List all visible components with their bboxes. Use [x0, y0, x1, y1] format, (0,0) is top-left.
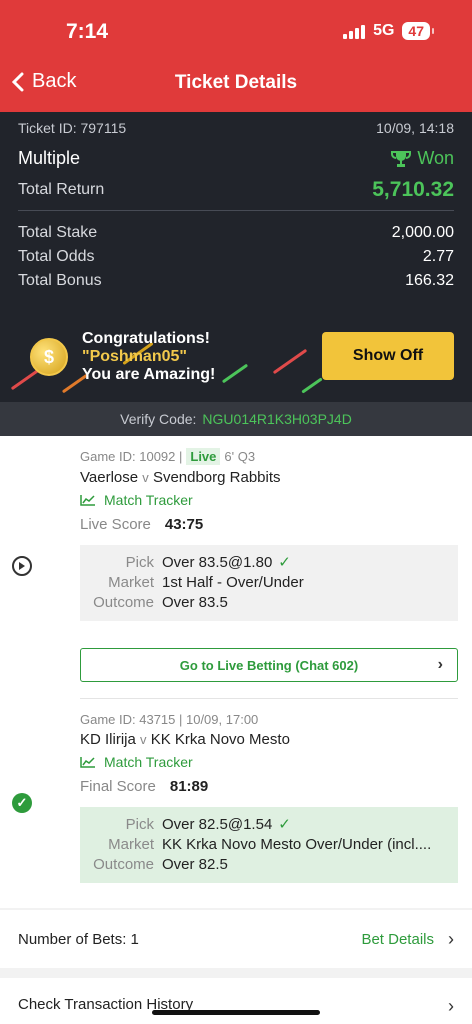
match-tracker-label: Match Tracker — [104, 492, 193, 508]
bet-details-label: Bet Details — [361, 930, 434, 948]
home-team: KD Ilirija — [80, 731, 136, 748]
bet-item: Game ID: 43715 | 10/09, 17:00 KD Ilirija… — [80, 712, 458, 883]
match-teams: KD Ilirija v KK Krka Novo Mesto — [80, 731, 458, 748]
congrats-text: Congratulations! "Poshman05" You are Ama… — [82, 330, 215, 384]
bonus-value: 166.32 — [405, 272, 454, 289]
outcome-value: Over 82.5 — [162, 856, 228, 873]
chevron-right-icon: › — [437, 656, 443, 673]
match-teams: Vaerlose v Svendborg Rabbits — [80, 469, 458, 486]
congrats-username: "Poshman05" — [82, 348, 187, 365]
trophy-icon — [391, 150, 412, 167]
page-title: Ticket Details — [174, 72, 298, 93]
away-team: Svendborg Rabbits — [152, 469, 281, 486]
num-bets-label: Number of Bets: 1 — [18, 930, 139, 948]
away-team: KK Krka Novo Mesto — [150, 731, 290, 748]
stake-label: Total Stake — [18, 224, 98, 241]
market-label: Market — [108, 836, 154, 853]
bets-list: Game ID: 10092 | Live 6' Q3 Vaerlose v S… — [0, 436, 472, 908]
final-score: Final Score 81:89 — [80, 778, 458, 795]
network-label: 5G — [373, 22, 395, 39]
divider — [18, 210, 454, 211]
game-time: 6' Q3 — [224, 449, 256, 464]
divider — [80, 698, 458, 699]
stake-value: 2,000.00 — [391, 224, 454, 241]
pick-value: Over 82.5@1.54 — [162, 816, 273, 833]
outcome-label: Outcome — [93, 856, 154, 873]
live-score: Live Score 43:75 — [80, 516, 458, 533]
chart-line-icon — [80, 757, 95, 768]
home-indicator[interactable] — [152, 1010, 320, 1015]
chart-line-icon — [80, 495, 95, 506]
verify-code-bar: Verify Code: NGU014R1K3H03PJ4D — [0, 402, 472, 436]
ticket-type: Multiple — [18, 148, 81, 168]
show-off-button[interactable]: Show Off — [322, 332, 454, 380]
check-icon: ✓ — [278, 554, 291, 571]
battery-icon: 47 — [402, 22, 434, 40]
pick-label: Pick — [125, 816, 154, 833]
game-id: Game ID: 10092 | Live 6' Q3 — [80, 448, 458, 465]
promo-banner: $ Congratulations! "Poshman05" You are A… — [0, 312, 472, 402]
bets-count-row: Number of Bets: 1 Bet Details › — [0, 910, 472, 968]
score-label: Live Score — [80, 516, 151, 533]
pick-details: Pick Over 83.5@1.80 ✓ Market 1st Half - … — [80, 545, 458, 621]
outcome-label: Outcome — [93, 594, 154, 611]
go-live-label: Go to Live Betting (Chat 602) — [179, 657, 359, 673]
score-label: Final Score — [80, 778, 156, 795]
live-badge: Live — [186, 448, 221, 465]
match-tracker-label: Match Tracker — [104, 754, 193, 770]
verify-code[interactable]: NGU014R1K3H03PJ4D — [202, 411, 351, 427]
coin-icon: $ — [30, 338, 68, 376]
pick-label: Pick — [125, 554, 154, 571]
game-id: Game ID: 43715 | 10/09, 17:00 — [80, 712, 458, 727]
transaction-history-row[interactable]: Check Transaction History › — [0, 978, 472, 1024]
market-label: Market — [108, 574, 154, 591]
outcome-value: Over 83.5 — [162, 594, 228, 611]
verify-label: Verify Code: — [120, 411, 197, 427]
confetti-streak — [301, 377, 323, 394]
bet-item: Game ID: 10092 | Live 6' Q3 Vaerlose v S… — [80, 448, 458, 621]
check-circle-icon: ✓ — [12, 793, 32, 813]
match-tracker-link[interactable]: Match Tracker — [80, 754, 458, 770]
versus: v — [142, 470, 149, 485]
confetti-streak — [221, 363, 249, 384]
bonus-label: Total Bonus — [18, 272, 102, 289]
market-value: 1st Half - Over/Under — [162, 574, 304, 591]
app-header: 7:14 5G 47 Back Ticket Details — [0, 0, 472, 112]
home-team: Vaerlose — [80, 469, 139, 486]
won-status: Won — [391, 148, 454, 169]
versus: v — [140, 732, 147, 747]
odds-label: Total Odds — [18, 248, 95, 265]
total-return-label: Total Return — [18, 181, 105, 198]
bet-details-link[interactable]: Bet Details › — [361, 929, 454, 950]
won-label: Won — [417, 148, 454, 168]
congrats-line3: You are Amazing! — [82, 366, 216, 383]
check-icon: ✓ — [278, 816, 291, 833]
status-indicators: 5G 47 — [343, 22, 434, 40]
pick-value: Over 83.5@1.80 — [162, 554, 273, 571]
confetti-streak — [272, 348, 308, 375]
play-icon[interactable] — [12, 556, 32, 576]
game-id-text: Game ID: 10092 | — [80, 449, 183, 464]
chevron-right-icon: › — [448, 996, 454, 1016]
chevron-right-icon: › — [448, 928, 454, 949]
odds-value: 2.77 — [422, 248, 454, 265]
go-live-betting-button[interactable]: Go to Live Betting (Chat 602) › — [80, 648, 458, 682]
signal-icon — [343, 23, 366, 39]
score-value: 43:75 — [164, 516, 204, 533]
congrats-line1: Congratulations! — [82, 330, 210, 347]
ticket-datetime: 10/09, 14:18 — [376, 120, 454, 136]
market-value: KK Krka Novo Mesto Over/Under (incl.... — [162, 836, 432, 853]
ticket-id: Ticket ID: 797115 — [18, 120, 127, 136]
pick-details: Pick Over 82.5@1.54 ✓ Market KK Krka Nov… — [80, 807, 458, 883]
ticket-summary: Ticket ID: 797115 10/09, 14:18 Multiple … — [0, 112, 472, 402]
total-return-value: 5,710.32 — [372, 178, 454, 201]
score-value: 81:89 — [169, 778, 209, 795]
match-tracker-link[interactable]: Match Tracker — [80, 492, 458, 508]
game-id-text: Game ID: 43715 | 10/09, 17:00 — [80, 712, 259, 727]
status-time: 7:14 — [66, 20, 109, 43]
